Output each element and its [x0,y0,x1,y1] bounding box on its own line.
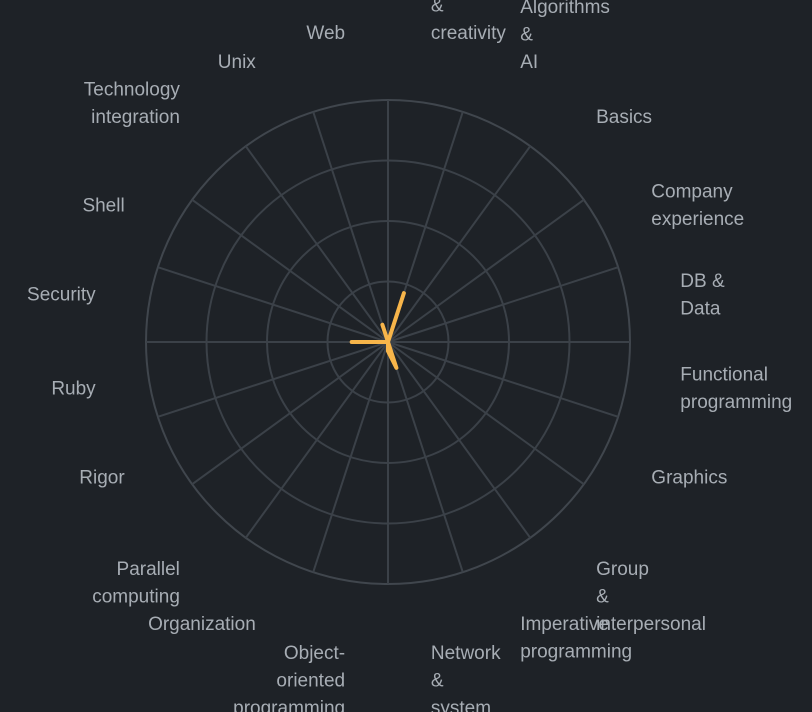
category-label: Organization [148,614,256,635]
category-label: Adaptation&creativity [431,0,522,44]
category-label-line: Web [306,23,345,44]
category-label: Group & interpersonal [596,559,706,635]
category-label-line: Data [680,298,721,319]
category-label-line: integration [91,107,180,128]
category-label: Ruby [51,378,96,399]
category-label-line: Security [27,285,96,306]
category-label: Shell [82,195,124,216]
category-label-line: Basics [596,107,652,128]
grid-spoke [387,341,464,573]
category-label-line: & [431,670,444,691]
category-label-line: Graphics [651,468,727,489]
category-label-line: & [520,24,533,45]
category-label-line: Functional [680,365,768,386]
category-label-line: experience [651,209,744,230]
category-label: Technology integration [84,80,181,129]
grid-spoke [157,341,389,418]
category-label-line: programming [233,698,345,712]
category-label-line: system [431,698,491,712]
category-label-line: Company [651,182,733,203]
category-label-line: Ruby [51,378,96,399]
category-label-line: Organization [148,614,256,635]
category-label: Security [27,285,96,306]
category-label-line: Rigor [79,468,125,489]
grid-spoke [312,341,389,573]
category-label-line: Unix [218,52,257,73]
category-labels: Adaptation&creativityAlgorithms&AIBasics… [27,0,792,712]
category-label: Algorithms & AI [520,0,610,73]
category-label-line: Algorithms [520,0,610,18]
category-label-line: interpersonal [596,614,706,635]
category-label-line: Imperative [520,614,609,635]
category-label: Company experience [651,182,744,231]
category-label: Graphics [651,468,727,489]
grid-spoke [387,266,619,343]
category-label-line: Shell [82,195,124,216]
category-label: Basics [596,107,652,128]
category-label-line: computing [92,586,180,607]
category-label-line: & [596,586,609,607]
category-label-line: creativity [431,23,506,44]
radar-chart: Adaptation&creativityAlgorithms&AIBasics… [0,0,812,712]
category-label: Unix [218,52,257,73]
category-label-line: oriented [276,670,345,691]
category-label: Object-oriented programming [233,643,345,712]
category-label-line: programming [520,641,632,662]
category-label-line: Technology [84,80,181,101]
grid-spoke [387,341,619,418]
category-label-line: Object- [284,643,345,664]
category-label-line: Group [596,559,649,580]
category-label: Web [306,23,345,44]
category-label: Parallel computing [92,559,180,608]
grid-spoke [157,266,389,343]
grid-spoke [312,111,389,343]
category-label-line: Network [431,643,501,664]
radar-chart-svg: Adaptation&creativityAlgorithms&AIBasics… [27,0,792,712]
category-label-line: AI [520,52,538,73]
category-label-line: Parallel [117,559,180,580]
category-label-line: DB & [680,271,725,292]
category-label: DB & Data [680,271,725,320]
category-label-line: & [431,0,444,16]
category-label-line: programming [680,392,792,413]
category-label: Functional programming [680,365,792,414]
category-label: Rigor [79,468,125,489]
